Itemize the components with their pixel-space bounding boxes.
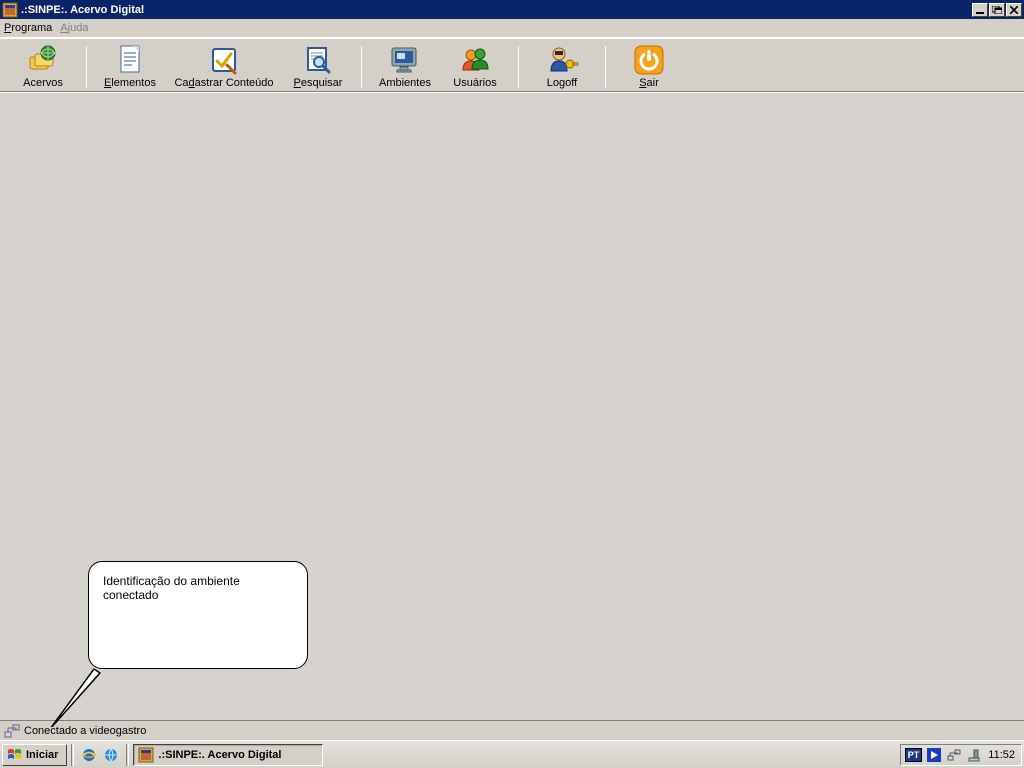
window-controls (971, 0, 1024, 19)
app-icon (138, 747, 154, 763)
clock[interactable]: 11:52 (986, 749, 1015, 761)
toolbar-label: Elementos (104, 77, 156, 89)
menu-bar: Programa Ajuda (0, 19, 1024, 38)
taskbar-divider (71, 744, 74, 766)
connection-icon (4, 723, 20, 739)
annotation-callout: Identificação do ambiente conectado (88, 561, 308, 669)
toolbar-logoff[interactable]: Logoff (527, 41, 597, 89)
monitor-icon (388, 43, 422, 77)
toolbar-label: Usuários (453, 77, 496, 89)
start-button[interactable]: Iniciar (2, 744, 67, 766)
toolbar-elementos[interactable]: Elementos (95, 41, 165, 89)
toolbar-separator (86, 46, 87, 88)
windows-flag-icon (7, 747, 23, 763)
app-icon (2, 2, 18, 18)
menu-programa[interactable]: Programa (4, 22, 52, 34)
ie-icon[interactable] (80, 746, 98, 764)
start-label: Iniciar (26, 749, 58, 761)
toolbar-pesquisar[interactable]: Pesquisar (283, 41, 353, 89)
document-icon (113, 43, 147, 77)
annotation-text: Identificação do ambiente conectado (103, 574, 240, 602)
register-check-icon (207, 43, 241, 77)
search-document-icon (301, 43, 335, 77)
toolbar-label: Cadastrar Conteúdo (174, 77, 273, 89)
title-bar: .:SINPE:. Acervo Digital (0, 0, 1024, 19)
toolbar-label: Acervos (23, 77, 63, 89)
tray-volume-icon[interactable] (966, 747, 982, 763)
users-icon (458, 43, 492, 77)
toolbar-usuarios[interactable]: Usuários (440, 41, 510, 89)
language-indicator[interactable]: PT (905, 748, 923, 762)
logoff-user-key-icon (545, 43, 579, 77)
taskbar-divider (126, 744, 129, 766)
toolbar-separator (518, 46, 519, 88)
system-tray: PT 11:52 (900, 744, 1022, 766)
toolbar: Acervos Elementos (0, 38, 1024, 92)
toolbar-sair[interactable]: Sair (614, 41, 684, 89)
minimize-button[interactable] (972, 3, 988, 17)
folders-globe-icon (26, 43, 60, 77)
window-title: .:SINPE:. Acervo Digital (21, 4, 971, 16)
taskbar-task-sinpe[interactable]: .:SINPE:. Acervo Digital (133, 744, 323, 766)
menu-ajuda[interactable]: Ajuda (60, 22, 88, 34)
task-label: .:SINPE:. Acervo Digital (158, 749, 281, 761)
toolbar-label: Sair (639, 77, 659, 89)
maximize-button[interactable] (989, 3, 1005, 17)
close-button[interactable] (1006, 3, 1022, 17)
power-icon (632, 43, 666, 77)
toolbar-separator (361, 46, 362, 88)
tray-network-icon[interactable] (946, 747, 962, 763)
taskbar: Iniciar .:SINPE:. Acervo Digital PT (0, 740, 1024, 768)
toolbar-label: Pesquisar (294, 77, 343, 89)
browser-icon[interactable] (102, 746, 120, 764)
status-bar: Conectado a videogastro (0, 720, 1024, 740)
toolbar-ambientes[interactable]: Ambientes (370, 41, 440, 89)
toolbar-label: Logoff (547, 77, 577, 89)
tray-play-icon[interactable] (926, 747, 942, 763)
quick-launch (76, 746, 124, 764)
toolbar-cadastrar-conteudo[interactable]: Cadastrar Conteúdo (165, 41, 283, 89)
annotation-tail (48, 667, 108, 727)
toolbar-separator (605, 46, 606, 88)
client-area: Identificação do ambiente conectado (0, 92, 1024, 720)
toolbar-acervos[interactable]: Acervos (8, 41, 78, 89)
toolbar-label: Ambientes (379, 77, 431, 89)
